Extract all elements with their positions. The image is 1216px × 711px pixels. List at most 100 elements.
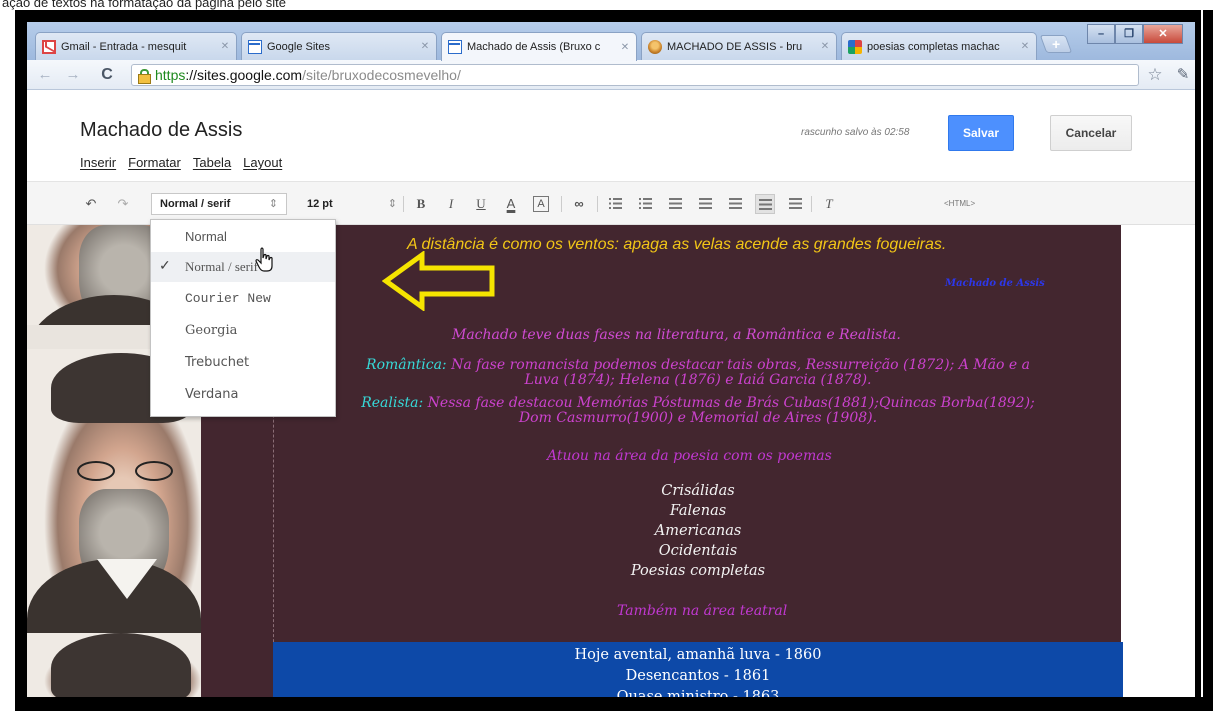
link-icon[interactable]: ∞ [569,194,589,214]
font-option-trebuchet[interactable]: Trebuchet [151,348,335,378]
editor-header: Machado de Assis Inserir Formatar Tabela… [27,91,1195,181]
menu-formatar[interactable]: Formatar [128,155,181,170]
minimize-button[interactable]: – [1087,24,1115,44]
realist-paragraph[interactable]: Realista: Nessa fase destacou Memórias P… [273,396,1123,426]
hand-cursor-icon [255,247,273,272]
toolbar-separator [403,196,404,212]
wrench-icon[interactable]: ✎ [1173,65,1193,85]
romantic-paragraph[interactable]: Romântica: Na fase romancista podemos de… [273,358,1123,388]
play-row[interactable]: Quase ministro - 1863 [273,689,1123,697]
tab-label: poesias completas machac [867,40,1000,53]
menu-inserir[interactable]: Inserir [80,155,116,170]
indent-icon[interactable] [695,194,715,214]
tab-gmail[interactable]: Gmail - Entrada - mesquit ✕ [35,32,237,60]
toolbar-separator [811,196,812,212]
black-border-bottom [15,697,1213,711]
outdent-icon[interactable] [665,194,685,214]
italic-button[interactable]: I [441,194,461,214]
phases-text[interactable]: Machado teve duas fases na literatura, a… [452,327,901,343]
cancel-button[interactable]: Cancelar [1050,115,1132,151]
tab-google-sites[interactable]: Google Sites ✕ [241,32,437,60]
address-bar[interactable]: https://sites.google.com/site/bruxodecos… [131,64,1139,86]
font-option-verdana[interactable]: Verdana [151,380,335,410]
tab-label: Machado de Assis (Bruxo c [467,41,601,53]
url-scheme: https [155,67,186,83]
poem-title[interactable]: Ocidentais [273,543,1123,559]
font-option-normal-serif[interactable]: ✓ Normal / serif [151,252,335,282]
romantic-label: Romântica: [366,357,447,373]
screenshot-frame: ação de textos na formatação da página p… [0,0,1216,711]
realist-line-2: Dom Casmurro(1900) e Memorial de Aires (… [518,410,878,426]
new-tab-button[interactable]: + [1039,35,1073,53]
gmail-icon [42,39,56,54]
highlight-color-button[interactable]: A [533,196,549,212]
plus-icon: + [1051,36,1061,52]
forward-arrow-icon[interactable]: → [63,65,83,85]
align-right-icon[interactable] [785,194,805,214]
tab-strip: Gmail - Entrada - mesquit ✕ Google Sites… [27,22,1195,61]
tab-machado-bruxo[interactable]: MACHADO DE ASSIS - bru ✕ [641,32,837,60]
portrait-favicon-icon [648,39,662,54]
underline-button[interactable]: U [471,194,491,214]
play-row[interactable]: Hoje avental, amanhã luva - 1860 [273,647,1123,663]
toolbar-separator [597,196,598,212]
font-option-georgia[interactable]: Georgia [151,316,335,346]
google-sites-icon [248,39,262,54]
romantic-line-2: Luva (1874); Helena (1876) e Iaiá Garcia… [524,372,872,388]
undo-icon[interactable]: ↶ [81,194,101,214]
font-option-label: Normal / serif [185,259,258,274]
font-dropdown-menu: Normal ✓ Normal / serif Courier New Geor… [150,219,336,417]
border-line [1201,10,1203,711]
close-icon[interactable]: ✕ [418,41,432,52]
close-icon[interactable]: ✕ [1018,41,1032,52]
reload-icon[interactable]: C [97,65,117,85]
poem-title[interactable]: Poesias completas [273,563,1123,579]
font-size-select[interactable]: 12 pt ⇕ [299,193,399,215]
bookmark-star-icon[interactable]: ☆ [1145,65,1165,85]
poem-title[interactable]: Americanas [273,523,1123,539]
poetry-intro[interactable]: Atuou na área da poesia com os poemas [547,448,832,464]
numbered-list-icon[interactable] [605,194,625,214]
tab-label: MACHADO DE ASSIS - bru [667,40,803,53]
menu-tabela[interactable]: Tabela [193,155,231,170]
window-controls: – ❐ ✕ [1087,24,1183,46]
font-option-normal[interactable]: Normal [151,222,335,252]
close-icon[interactable]: ✕ [618,42,632,53]
size-select-value: 12 pt [307,198,333,210]
tab-poesias-completas[interactable]: poesias completas machac ✕ [841,32,1037,60]
close-icon[interactable]: ✕ [818,41,832,52]
font-select-value: Normal / serif [160,198,231,210]
draft-status: rascunho salvo às 02:58 [801,127,910,138]
poem-title[interactable]: Crisálidas [273,483,1123,499]
html-button[interactable]: <HTML> [944,194,975,214]
browser-window: Gmail - Entrada - mesquit ✕ Google Sites… [27,22,1195,697]
align-left-icon[interactable] [725,194,745,214]
quote-author[interactable]: Machado de Assis [945,278,1045,289]
close-icon[interactable]: ✕ [218,41,232,52]
play-row[interactable]: Desencantos - 1861 [273,668,1123,684]
annotation-arrow-icon [382,251,495,311]
font-family-select[interactable]: Normal / serif ⇕ [151,193,287,215]
theater-intro[interactable]: Também na área teatral [617,603,787,619]
updown-arrows-icon: ⇕ [387,198,397,210]
menu-layout[interactable]: Layout [243,155,282,170]
url-path: /site/bruxodecosmevelho/ [302,67,461,83]
redo-icon[interactable]: ↷ [113,194,133,214]
tab-label: Gmail - Entrada - mesquit [61,40,187,53]
bulleted-list-icon[interactable] [635,194,655,214]
save-button[interactable]: Salvar [948,115,1014,151]
back-arrow-icon[interactable]: ← [35,65,55,85]
poem-title[interactable]: Falenas [273,503,1123,519]
tab-machado-de-assis[interactable]: Machado de Assis (Bruxo c ✕ [441,32,637,61]
maximize-button[interactable]: ❐ [1115,24,1143,44]
bold-button[interactable]: B [411,194,431,214]
align-center-icon[interactable] [755,194,775,214]
font-option-courier-new[interactable]: Courier New [151,284,335,314]
text-color-button[interactable]: A [501,194,521,214]
close-window-button[interactable]: ✕ [1143,24,1183,44]
romantic-line-1: Na fase romancista podemos destacar tais… [446,357,1030,373]
clear-formatting-button[interactable]: T [819,194,839,214]
page-margin [1121,225,1195,697]
realist-line-1: Nessa fase destacou Memórias Póstumas de… [423,395,1035,411]
caption-text: ação de textos na formatação da página p… [2,0,287,10]
